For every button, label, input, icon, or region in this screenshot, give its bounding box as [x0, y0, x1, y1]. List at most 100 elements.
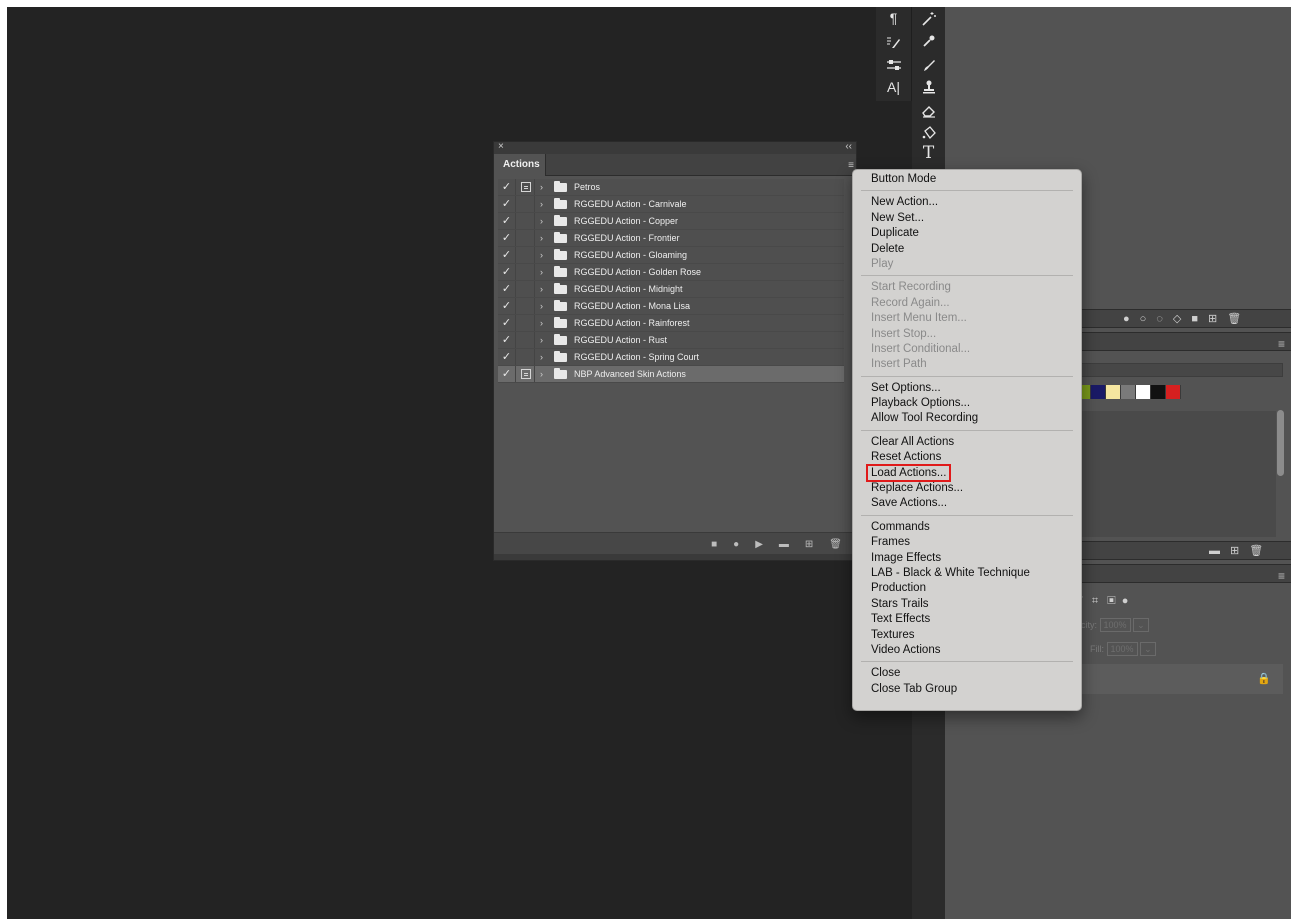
action-set-row[interactable]: ✓ › RGGEDU Action - Rust	[498, 332, 844, 349]
fill-path-icon[interactable]: ●	[1123, 313, 1130, 325]
toggle-item-checkmark-icon[interactable]: ✓	[498, 247, 516, 263]
toggle-item-checkmark-icon[interactable]: ✓	[498, 196, 516, 212]
brush-settings-icon[interactable]	[876, 32, 911, 50]
menu-item-close[interactable]: Close	[853, 666, 1081, 681]
chevron-right-icon[interactable]: ›	[540, 179, 550, 195]
menu-item-allow-tool-recording[interactable]: Allow Tool Recording	[853, 411, 1081, 426]
menu-item-replace-actions[interactable]: Replace Actions...	[853, 481, 1081, 496]
opacity-dropdown-icon[interactable]: ⌄	[1133, 618, 1149, 632]
eyedropper-tool-icon[interactable]	[912, 31, 945, 49]
eraser-tool-icon[interactable]	[912, 101, 945, 119]
menu-item-save-actions[interactable]: Save Actions...	[853, 496, 1081, 511]
chevron-right-icon[interactable]: ›	[540, 315, 550, 331]
menu-item-set-options[interactable]: Set Options...	[853, 381, 1081, 396]
menu-item-button-mode[interactable]: Button Mode	[853, 172, 1081, 187]
delete-swatch-icon[interactable]: 🗑	[1249, 544, 1263, 557]
action-set-row[interactable]: ✓ › RGGEDU Action - Midnight	[498, 281, 844, 298]
toggle-item-checkmark-icon[interactable]: ✓	[498, 264, 516, 280]
chevron-right-icon[interactable]: ›	[540, 264, 550, 280]
toggle-item-checkmark-icon[interactable]: ✓	[498, 298, 516, 314]
chevron-right-icon[interactable]: ›	[540, 281, 550, 297]
load-selection-icon[interactable]: ◌	[1156, 313, 1163, 325]
chevron-right-icon[interactable]: ›	[540, 213, 550, 229]
menu-item-close-tab-group[interactable]: Close Tab Group	[853, 682, 1081, 697]
magic-wand-tool-icon[interactable]	[912, 9, 945, 27]
make-work-path-icon[interactable]: ◇	[1173, 312, 1181, 325]
swatches-panel-menu-icon[interactable]: ≡	[1278, 337, 1285, 351]
chevron-right-icon[interactable]: ›	[540, 230, 550, 246]
toggle-dialog-cell[interactable]	[517, 213, 535, 229]
stroke-path-icon[interactable]: ○	[1140, 313, 1147, 325]
new-group-folder-icon[interactable]: ▬	[1209, 545, 1220, 557]
close-panel-icon[interactable]: ×	[498, 141, 504, 153]
menu-item-new-action[interactable]: New Action...	[853, 195, 1081, 210]
delete-action-icon[interactable]: 🗑	[829, 539, 842, 550]
new-swatch-icon[interactable]: ⊞	[1230, 544, 1239, 557]
swatch-search-field[interactable]	[1076, 363, 1283, 377]
action-set-row[interactable]: ✓ › RGGEDU Action - Spring Court	[498, 349, 844, 366]
toggle-item-checkmark-icon[interactable]: ✓	[498, 213, 516, 229]
chevron-right-icon[interactable]: ›	[540, 247, 550, 263]
new-path-icon[interactable]: ⊞	[1208, 312, 1217, 325]
toggle-item-checkmark-icon[interactable]: ✓	[498, 230, 516, 246]
stop-icon[interactable]: ■	[711, 539, 717, 550]
menu-item-frames[interactable]: Frames	[853, 535, 1081, 550]
action-set-row[interactable]: ✓ › Petros	[498, 179, 844, 196]
actions-panel-title-strip[interactable]: × ‹‹	[494, 141, 856, 154]
shape-filter-icon[interactable]: ⌗	[1092, 595, 1098, 607]
toggle-item-checkmark-icon[interactable]: ✓	[498, 315, 516, 331]
menu-item-lab-black-and-white-technique[interactable]: LAB - Black & White Technique	[853, 566, 1081, 581]
toggle-item-checkmark-icon[interactable]: ✓	[498, 281, 516, 297]
menu-item-new-set[interactable]: New Set...	[853, 211, 1081, 226]
action-set-row[interactable]: ✓ › RGGEDU Action - Carnivale	[498, 196, 844, 213]
toggle-dialog-cell[interactable]	[517, 349, 535, 365]
collapse-panel-icon[interactable]: ‹‹	[845, 141, 852, 153]
toggle-dialog-cell[interactable]	[517, 230, 535, 246]
action-set-row[interactable]: ✓ › NBP Advanced Skin Actions	[498, 366, 844, 383]
swatches-scrollbar[interactable]	[1277, 410, 1284, 476]
toggle-dialog-cell[interactable]	[517, 196, 535, 212]
action-set-row[interactable]: ✓ › RGGEDU Action - Mona Lisa	[498, 298, 844, 315]
gradient-bucket-tool-icon[interactable]	[912, 123, 945, 141]
delete-path-icon[interactable]: 🗑	[1227, 312, 1241, 325]
toggle-dialog-cell[interactable]	[517, 281, 535, 297]
menu-item-load-actions[interactable]: Load Actions...	[853, 463, 1081, 482]
add-mask-icon[interactable]: ■	[1191, 313, 1198, 325]
menu-item-commands[interactable]: Commands	[853, 520, 1081, 535]
toggle-dialog-cell[interactable]	[517, 366, 535, 382]
menu-item-text-effects[interactable]: Text Effects	[853, 612, 1081, 627]
toggle-dialog-cell[interactable]	[517, 332, 535, 348]
chevron-right-icon[interactable]: ›	[540, 366, 550, 382]
toggle-dialog-cell[interactable]	[517, 298, 535, 314]
chevron-right-icon[interactable]: ›	[540, 349, 550, 365]
menu-item-duplicate[interactable]: Duplicate	[853, 226, 1081, 241]
toggle-dialog-cell[interactable]	[517, 247, 535, 263]
layers-panel-menu-icon[interactable]: ≡	[1278, 569, 1285, 583]
action-set-row[interactable]: ✓ › RGGEDU Action - Copper	[498, 213, 844, 230]
action-set-row[interactable]: ✓ › RGGEDU Action - Rainforest	[498, 315, 844, 332]
toggle-item-checkmark-icon[interactable]: ✓	[498, 366, 516, 382]
menu-item-reset-actions[interactable]: Reset Actions	[853, 450, 1081, 465]
type-tool-icon[interactable]: T	[912, 144, 945, 162]
brush-tool-icon[interactable]	[912, 55, 945, 73]
menu-item-textures[interactable]: Textures	[853, 628, 1081, 643]
color-swatch[interactable]	[1121, 385, 1136, 399]
menu-item-clear-all-actions[interactable]: Clear All Actions	[853, 435, 1081, 450]
toggle-item-checkmark-icon[interactable]: ✓	[498, 349, 516, 365]
chevron-right-icon[interactable]: ›	[540, 298, 550, 314]
action-set-row[interactable]: ✓ › RGGEDU Action - Frontier	[498, 230, 844, 247]
record-icon[interactable]: ●	[733, 539, 739, 550]
background-layer-row[interactable]: 🔒	[1076, 664, 1283, 694]
chevron-right-icon[interactable]: ›	[540, 332, 550, 348]
fill-dropdown-icon[interactable]: ⌄	[1140, 642, 1156, 656]
toggle-dialog-cell[interactable]	[517, 315, 535, 331]
play-icon[interactable]: ▶	[755, 539, 763, 550]
color-swatch[interactable]	[1136, 385, 1151, 399]
menu-item-delete[interactable]: Delete	[853, 242, 1081, 257]
menu-item-stars-trails[interactable]: Stars Trails	[853, 597, 1081, 612]
color-swatch[interactable]	[1106, 385, 1121, 399]
fill-field[interactable]: 100%	[1106, 642, 1138, 656]
adjustments-sliders-icon[interactable]	[876, 55, 911, 73]
menu-item-playback-options[interactable]: Playback Options...	[853, 396, 1081, 411]
filter-toggle-icon[interactable]: ●	[1122, 595, 1129, 607]
